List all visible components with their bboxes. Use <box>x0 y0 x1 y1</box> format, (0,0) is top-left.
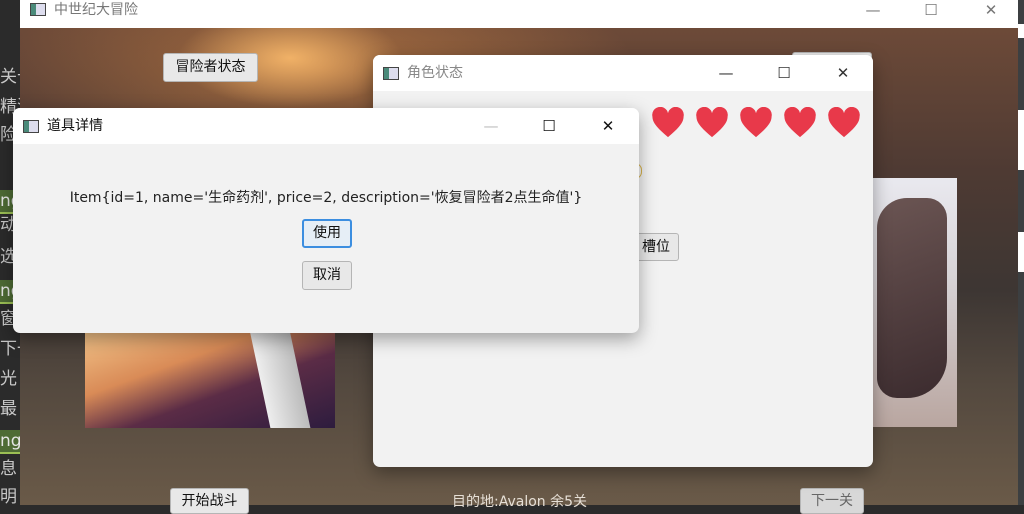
detail-dialog-title: 道具详情 <box>47 118 103 134</box>
app-icon <box>23 120 39 133</box>
close-icon[interactable]: ✕ <box>814 55 872 91</box>
status-window-title: 角色状态 <box>407 65 463 81</box>
close-icon[interactable]: ✕ <box>962 0 1020 22</box>
detail-titlebar[interactable]: 道具详情 — ☐ ✕ <box>13 108 639 144</box>
ide-text: 息 <box>0 459 17 479</box>
maximize-icon[interactable]: ☐ <box>902 0 960 22</box>
destination-text: 目的地:Avalon 余5关 <box>452 494 588 510</box>
maximize-icon[interactable]: ☐ <box>520 108 578 144</box>
ide-text: 最 <box>0 399 17 419</box>
heart-icon <box>740 107 772 138</box>
enemy-figure <box>877 198 947 398</box>
heart-icon <box>784 107 816 138</box>
edge-tick <box>1018 24 1024 38</box>
hero-portrait <box>85 330 335 428</box>
app-icon <box>383 67 399 80</box>
minimize-icon[interactable]: — <box>462 108 520 144</box>
app-icon <box>30 3 46 16</box>
start-battle-button[interactable]: 开始战斗 <box>170 488 249 514</box>
cancel-button[interactable]: 取消 <box>302 261 352 290</box>
minimize-icon[interactable]: — <box>697 55 755 91</box>
adventurer-status-button[interactable]: 冒险者状态 <box>163 53 258 82</box>
right-edge-strip <box>1018 0 1024 505</box>
close-icon[interactable]: ✕ <box>579 108 637 144</box>
edge-tick <box>1018 110 1024 170</box>
ide-text: 光 <box>0 369 17 389</box>
edge-tick <box>1018 232 1024 272</box>
ide-text: 下一 <box>0 339 22 359</box>
heart-icon <box>696 107 728 138</box>
enemy-portrait <box>873 178 957 427</box>
minimize-icon[interactable]: — <box>844 0 902 22</box>
heart-icon <box>828 107 860 138</box>
ide-text: ng <box>0 430 22 454</box>
status-titlebar[interactable]: 角色状态 — ☐ ✕ <box>373 55 873 91</box>
use-button[interactable]: 使用 <box>302 219 352 248</box>
item-detail-dialog: 道具详情 — ☐ ✕ Item{id=1, name='生命药剂', price… <box>13 108 639 333</box>
ide-text: 关卡 <box>0 67 22 87</box>
item-description: Item{id=1, name='生命药剂', price=2, descrip… <box>69 190 583 206</box>
ide-text: 明 <box>0 487 17 505</box>
sword-blade <box>249 330 311 428</box>
heart-icon <box>652 107 684 138</box>
main-window-title: 中世纪大冒险 <box>54 2 138 18</box>
main-titlebar[interactable]: 中世纪大冒险 — ☐ ✕ <box>20 0 1020 28</box>
next-level-button[interactable]: 下一关 <box>800 488 864 514</box>
maximize-icon[interactable]: ☐ <box>755 55 813 91</box>
